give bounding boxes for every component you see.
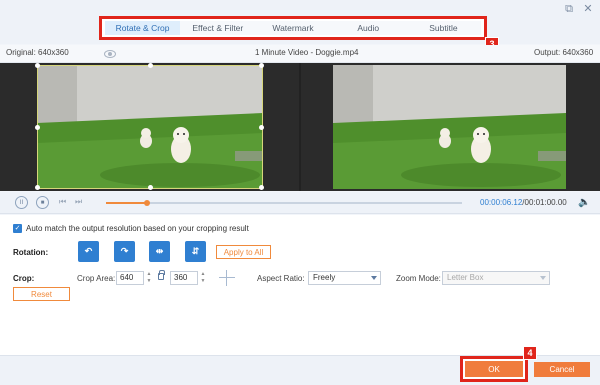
- aspect-ratio-value: Freely: [313, 273, 336, 282]
- zoom-mode-value: Letter Box: [447, 273, 484, 282]
- progress-thumb[interactable]: [143, 200, 150, 206]
- auto-match-label: Auto match the output resolution based o…: [26, 224, 249, 233]
- flip-vertical-button[interactable]: ⇵: [185, 241, 206, 262]
- reset-button[interactable]: Reset: [13, 287, 70, 301]
- pause-button[interactable]: II: [15, 196, 28, 209]
- crop-frame[interactable]: [35, 63, 264, 190]
- ok-highlight: OK: [460, 356, 528, 382]
- crop-area-label: Crop Area:: [77, 274, 116, 283]
- crop-handle-top-left[interactable]: [35, 63, 40, 68]
- aspect-ratio-label: Aspect Ratio:: [257, 274, 305, 283]
- zoom-mode-select[interactable]: Letter Box: [442, 271, 550, 285]
- tab-audio[interactable]: Audio: [331, 21, 406, 35]
- crop-width-input[interactable]: 640: [116, 271, 144, 285]
- chevron-down-icon: [540, 276, 546, 280]
- tab-bar: Rotate & Crop Effect & Filter Watermark …: [105, 21, 481, 35]
- output-resolution: Output: 640x360: [534, 48, 594, 57]
- file-name: 1 Minute Video - Doggie.mp4: [255, 48, 359, 57]
- title-bar: Rotate & Crop Effect & Filter Watermark …: [0, 0, 600, 51]
- crop-handle-top[interactable]: [148, 63, 153, 68]
- chevron-down-icon: [371, 276, 377, 280]
- previous-frame-icon[interactable]: ⏮: [59, 197, 66, 207]
- rotation-label: Rotation:: [13, 248, 49, 257]
- crop-handle-bottom-left[interactable]: [35, 185, 40, 190]
- center-crop-icon[interactable]: [219, 270, 235, 286]
- tab-watermark[interactable]: Watermark: [255, 21, 330, 35]
- time-display: 00:00:06.12/00:01:00.00: [480, 198, 567, 207]
- close-icon[interactable]: ✕: [582, 3, 594, 15]
- restore-icon[interactable]: ⧉: [563, 3, 575, 15]
- lock-ratio-icon[interactable]: [158, 270, 165, 280]
- crop-handle-left[interactable]: [35, 125, 40, 130]
- tabs-highlight: Rotate & Crop Effect & Filter Watermark …: [99, 16, 487, 40]
- next-frame-icon[interactable]: ⏭: [75, 197, 82, 207]
- video-info-bar: Original: 640x360 1 Minute Video - Doggi…: [0, 45, 600, 63]
- crop-handle-top-right[interactable]: [259, 63, 264, 68]
- original-preview: [0, 63, 299, 191]
- auto-match-checkbox[interactable]: ✓: [13, 224, 22, 233]
- cancel-button[interactable]: Cancel: [534, 362, 590, 377]
- tab-effect-filter[interactable]: Effect & Filter: [180, 21, 255, 35]
- video-preview-area: [0, 63, 600, 191]
- rotate-left-button[interactable]: ↶: [78, 241, 99, 262]
- stop-button[interactable]: ■: [36, 196, 49, 209]
- ok-button[interactable]: OK: [465, 361, 523, 377]
- crop-width-stepper[interactable]: ▲ ▼: [145, 271, 153, 285]
- total-time: /00:01:00.00: [522, 198, 567, 207]
- progress-track[interactable]: [106, 200, 462, 206]
- current-time: 00:00:06.12: [480, 198, 523, 207]
- tab-rotate-crop[interactable]: Rotate & Crop: [105, 21, 181, 35]
- tab-subtitle[interactable]: Subtitle: [406, 21, 481, 35]
- crop-label: Crop:: [13, 274, 35, 283]
- crop-height-input[interactable]: 360: [170, 271, 198, 285]
- volume-icon[interactable]: 🔈: [578, 197, 590, 208]
- aspect-ratio-select[interactable]: Freely: [308, 271, 381, 285]
- apply-to-all-button[interactable]: Apply to All: [216, 245, 271, 259]
- original-resolution: Original: 640x360: [6, 48, 69, 57]
- playback-controls: II ■ ⏮ ⏭ 00:00:06.12/00:01:00.00 🔈: [0, 192, 600, 214]
- eye-icon[interactable]: [104, 50, 116, 58]
- crop-handle-right[interactable]: [259, 125, 264, 130]
- progress-fill: [106, 202, 147, 204]
- settings-panel: ✓ Auto match the output resolution based…: [0, 215, 600, 355]
- crop-handle-bottom-right[interactable]: [259, 185, 264, 190]
- rotate-right-button[interactable]: ↷: [114, 241, 135, 262]
- output-video-frame: [301, 63, 600, 191]
- crop-handle-bottom[interactable]: [148, 185, 153, 190]
- flip-horizontal-button[interactable]: ⇹: [149, 241, 170, 262]
- zoom-mode-label: Zoom Mode:: [396, 274, 441, 283]
- output-preview: [301, 63, 600, 191]
- annotation-badge-4: 4: [523, 346, 537, 360]
- crop-height-stepper[interactable]: ▲ ▼: [199, 271, 207, 285]
